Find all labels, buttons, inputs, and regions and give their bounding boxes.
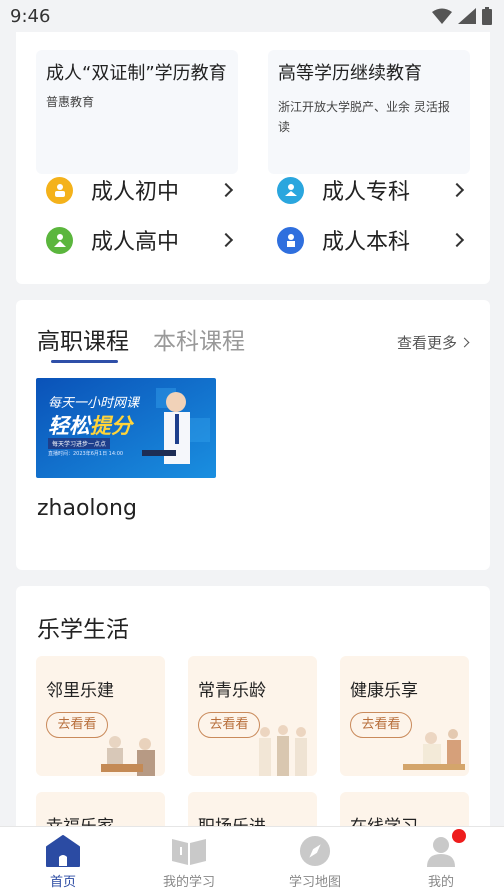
status-bar: 9:46 <box>0 0 504 32</box>
compass-icon <box>299 835 331 867</box>
status-icons <box>432 7 492 25</box>
tile-name: 健康乐享 <box>350 681 418 701</box>
continuing-education-box[interactable]: 高等学历继续教育 浙江开放大学脱产、业余 灵活报读 <box>268 50 470 174</box>
tile-illustration <box>101 736 155 776</box>
user-icon <box>427 837 455 867</box>
continuing-education-title: 高等学历继续教育 <box>278 63 422 84</box>
chevron-right-icon <box>449 232 465 248</box>
chevron-right-icon <box>218 232 234 248</box>
tile-name: 在线学习 <box>350 812 418 826</box>
tile-name: 幸福乐家 <box>46 812 114 826</box>
dual-certificate-title: 成人“双证制”学历教育 <box>46 63 227 84</box>
view-more-link[interactable]: 查看更多 <box>396 332 470 353</box>
thumbnail-text-line1: 每天一小时网课 <box>48 396 140 411</box>
adult-college-item[interactable]: 成人专科 <box>277 170 465 210</box>
course-thumbnail[interactable]: 每天一小时网课 轻松提分 每天学习进步一点点 直播时间：2023年6月1日 14… <box>36 378 216 478</box>
tab-indicator <box>51 360 118 363</box>
thumbnail-text-line2: 轻松提分 <box>48 410 132 440</box>
adult-bachelor-item[interactable]: 成人本科 <box>277 220 465 260</box>
life-section-title: 乐学生活 <box>37 617 129 643</box>
book-icon <box>172 839 206 865</box>
nav-label: 我的 <box>427 875 454 890</box>
life-tile-career[interactable]: 职场乐进 <box>188 792 317 826</box>
dual-certificate-subtitle: 普惠教育 <box>46 95 95 109</box>
chevron-right-icon <box>449 182 465 198</box>
nav-learning-map[interactable]: 学习地图 <box>252 827 378 896</box>
wifi-icon <box>432 8 452 24</box>
view-more-label: 查看更多 <box>396 334 457 352</box>
bachelor-icon <box>277 226 304 254</box>
tile-name: 职场乐进 <box>198 812 266 826</box>
junior-school-icon <box>46 176 73 204</box>
nav-label: 我的学习 <box>162 875 215 890</box>
adult-bachelor-label: 成人本科 <box>322 230 411 255</box>
battery-icon <box>482 7 492 25</box>
nav-label: 学习地图 <box>288 875 341 890</box>
tile-name: 邻里乐建 <box>46 681 114 701</box>
tile-name: 常青乐龄 <box>198 681 266 701</box>
nav-me[interactable]: 我的 <box>378 827 504 896</box>
chevron-right-icon <box>218 182 234 198</box>
adult-junior-label: 成人初中 <box>91 180 180 205</box>
life-tile-neighborhood[interactable]: 邻里乐建 去看看 <box>36 656 165 776</box>
tab-vocational-courses[interactable]: 高职课程 <box>37 322 129 356</box>
education-card: 成人“双证制”学历教育 普惠教育 高等学历继续教育 浙江开放大学脱产、业余 灵活… <box>16 28 490 284</box>
tab-bachelor-courses[interactable]: 本科课程 <box>153 322 245 356</box>
notification-badge <box>452 829 466 843</box>
chevron-right-icon <box>459 337 470 348</box>
adult-college-label: 成人专科 <box>322 180 411 205</box>
life-tile-online-learning[interactable]: 在线学习 <box>340 792 469 826</box>
life-tile-health[interactable]: 健康乐享 去看看 <box>340 656 469 776</box>
home-icon <box>46 835 80 867</box>
adult-senior-label: 成人高中 <box>91 230 180 255</box>
course-card: 高职课程 本科课程 查看更多 每天一小时网课 轻松提分 每天学习进步一点点 直播… <box>16 300 490 570</box>
thumbnail-date: 直播时间：2023年6月1日 14:00 <box>48 451 124 457</box>
nav-label: 首页 <box>49 875 76 890</box>
bottom-nav: 首页 我的学习 学习地图 我的 <box>0 826 504 896</box>
college-icon <box>277 176 304 204</box>
thumbnail-easy: 轻松 <box>48 414 90 438</box>
tile-illustration <box>259 725 307 776</box>
course-name[interactable]: zhaolong <box>37 496 137 521</box>
life-card: 乐学生活 邻里乐建 去看看 常青乐龄 去看看 健康乐享 去看看 幸福乐家 职场乐… <box>16 586 490 826</box>
senior-school-icon <box>46 226 73 254</box>
adult-senior-item[interactable]: 成人高中 <box>46 220 234 260</box>
status-time: 9:46 <box>10 5 51 27</box>
thumbnail-tag: 每天学习进步一点点 <box>48 438 111 449</box>
signal-icon <box>458 8 476 24</box>
main-scroll[interactable]: 成人“双证制”学历教育 普惠教育 高等学历继续教育 浙江开放大学脱产、业余 灵活… <box>0 28 504 826</box>
life-tile-evergreen[interactable]: 常青乐龄 去看看 <box>188 656 317 776</box>
continuing-education-subtitle: 浙江开放大学脱产、业余 灵活报读 <box>278 100 450 134</box>
thumbnail-score: 提分 <box>90 414 132 438</box>
nav-my-learning[interactable]: 我的学习 <box>126 827 252 896</box>
life-tile-happy-family[interactable]: 幸福乐家 <box>36 792 165 826</box>
tile-illustration <box>403 729 465 770</box>
adult-junior-item[interactable]: 成人初中 <box>46 170 234 210</box>
dual-certificate-box[interactable]: 成人“双证制”学历教育 普惠教育 <box>36 50 238 174</box>
nav-home[interactable]: 首页 <box>0 827 126 896</box>
